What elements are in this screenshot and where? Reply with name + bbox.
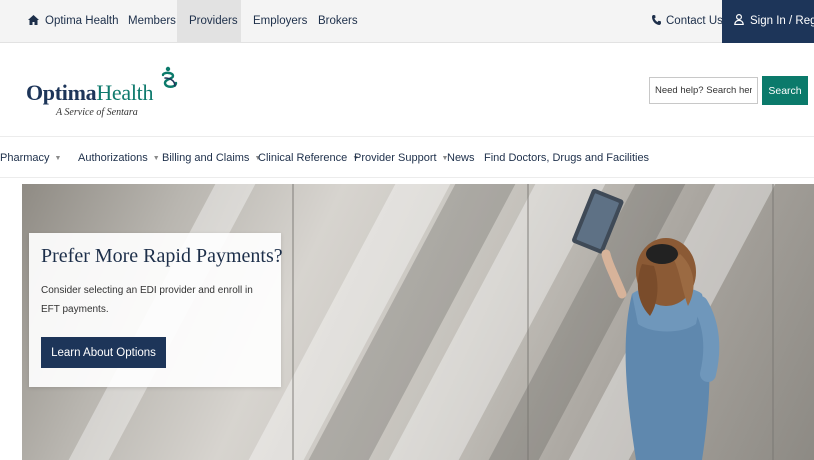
nav-label: Authorizations xyxy=(78,152,148,164)
nav-item-news[interactable]: News xyxy=(447,137,475,179)
nav-item-pharmacy[interactable]: Pharmacy ▼ xyxy=(0,137,61,179)
tab-label: Employers xyxy=(253,15,308,27)
nav-item-billing-and-claims[interactable]: Billing and Claims ▼ xyxy=(162,137,261,179)
tab-providers[interactable]: Providers xyxy=(177,0,241,43)
signin-label: Sign In / Register xyxy=(750,15,814,27)
phone-icon xyxy=(652,15,661,25)
nav-item-provider-support[interactable]: Provider Support ▼ xyxy=(354,137,448,179)
tab-optima-health[interactable]: Optima Health xyxy=(28,0,119,43)
logo-wordmark: OptimaHealth xyxy=(26,80,153,106)
tab-label: Members xyxy=(128,15,176,27)
nav-label: Find Doctors, Drugs and Facilities xyxy=(484,152,650,164)
caret-down-icon: ▼ xyxy=(152,155,160,162)
search-button[interactable]: Search xyxy=(762,76,808,105)
learn-about-options-button[interactable]: Learn About Options xyxy=(41,337,166,368)
nav-label: News xyxy=(447,152,475,164)
tab-label: Providers xyxy=(189,15,238,27)
tab-members[interactable]: Members xyxy=(128,0,176,43)
promo-title: Prefer More Rapid Payments? xyxy=(41,245,283,267)
tab-label: Brokers xyxy=(318,15,358,27)
promo-text: Consider selecting an EDI provider and e… xyxy=(41,285,253,315)
nav-label: Clinical Reference xyxy=(258,152,348,164)
user-icon xyxy=(734,14,744,25)
floor-joint xyxy=(292,184,294,460)
nav-item-clinical-reference[interactable]: Clinical Reference ▼ xyxy=(258,137,359,179)
tab-label: Optima Health xyxy=(45,15,119,27)
nurse-with-tablet-image xyxy=(572,188,720,460)
top-utility-bar: Optima Health Members Providers Employer… xyxy=(0,0,814,43)
home-icon xyxy=(28,15,39,25)
caret-down-icon: ▼ xyxy=(54,155,62,162)
tab-brokers[interactable]: Brokers xyxy=(318,0,358,43)
floor-joint xyxy=(772,184,774,460)
logo-tagline: A Service of Sentara xyxy=(56,107,138,118)
logo-word-light: Health xyxy=(96,80,154,105)
main-navigation: Pharmacy ▼ Authorizations ▼ Billing and Cl… xyxy=(0,136,814,178)
nav-label: Pharmacy xyxy=(0,152,50,164)
nav-item-find-doctors[interactable]: Find Doctors, Drugs and Facilities xyxy=(484,137,649,179)
nav-item-authorizations[interactable]: Authorizations ▼ xyxy=(78,137,160,179)
contact-us-link[interactable]: Contact Us xyxy=(652,0,723,43)
logo-word-bold: Optima xyxy=(26,80,97,105)
nav-label: Billing and Claims xyxy=(162,152,250,164)
sign-in-register-button[interactable]: Sign In / Register xyxy=(722,0,814,43)
tab-employers[interactable]: Employers xyxy=(253,0,307,43)
search-input[interactable] xyxy=(649,77,758,104)
logo-mark-icon xyxy=(161,66,178,88)
floor-joint xyxy=(527,184,529,460)
contact-label: Contact Us xyxy=(666,15,723,27)
promo-card: Prefer More Rapid Payments? Consider sel… xyxy=(29,233,283,387)
nav-label: Provider Support xyxy=(354,152,437,164)
optima-health-logo[interactable]: OptimaHealth A Service of Sentara xyxy=(26,66,206,124)
